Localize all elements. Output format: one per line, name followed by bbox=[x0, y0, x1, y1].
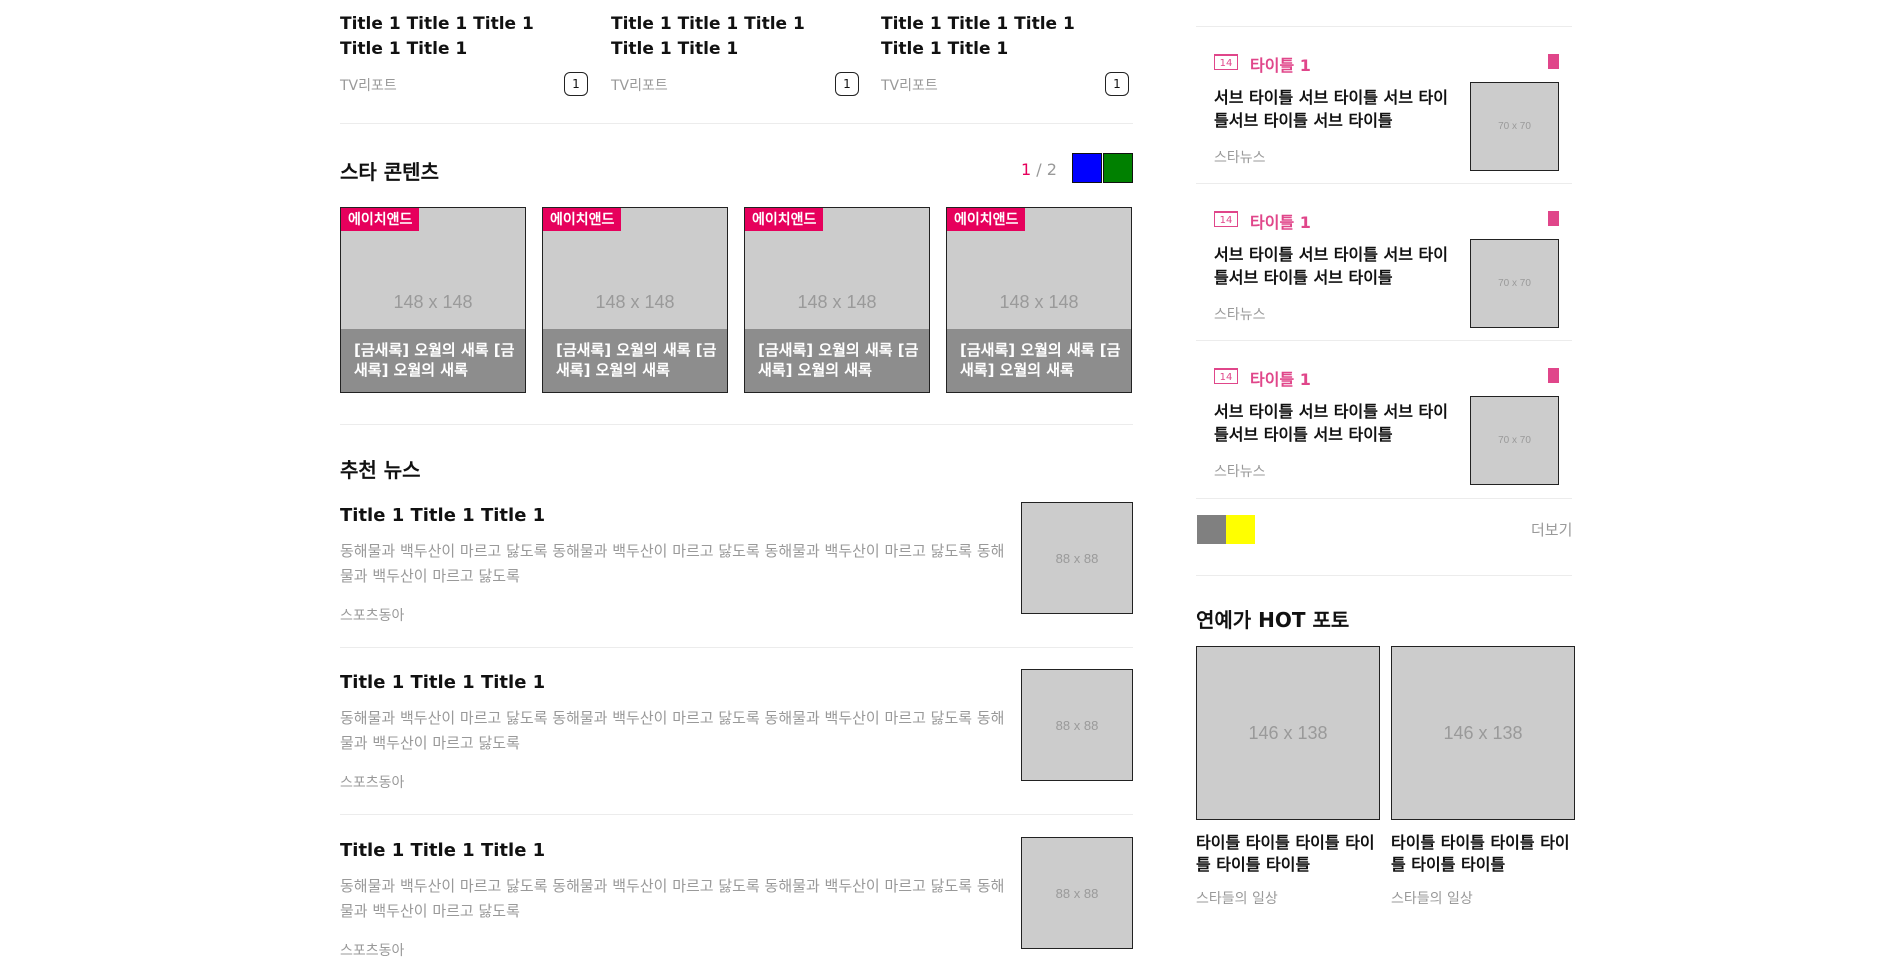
calendar-rank-icon: 14 bbox=[1214, 211, 1238, 227]
star-contents-title: 스타 콘텐츠 bbox=[340, 160, 439, 184]
hot-photo-title[interactable]: 타이틀 타이틀 타이틀 타이틀 타이틀 타이틀 bbox=[1391, 832, 1575, 876]
star-contents-pager: 1 / 2 bbox=[1021, 160, 1057, 179]
side-keyword[interactable]: 타이틀 1 bbox=[1250, 366, 1311, 390]
top-article-source: TV리포트 bbox=[881, 78, 938, 94]
divider bbox=[1196, 340, 1572, 341]
calendar-rank-icon: 14 bbox=[1214, 54, 1238, 70]
pager-current: 1 bbox=[1021, 160, 1032, 179]
agency-badge: 에이치앤드 bbox=[341, 208, 420, 231]
top-article-title[interactable]: Title 1 Title 1 Title 1 Title 1 Title 1 bbox=[881, 12, 1116, 62]
news-thumbnail[interactable]: 88 x 88 bbox=[1021, 502, 1133, 614]
top-article-title[interactable]: Title 1 Title 1 Title 1 Title 1 Title 1 bbox=[340, 12, 575, 62]
agency-badge: 에이치앤드 bbox=[543, 208, 622, 231]
news-source: 스포츠동아 bbox=[340, 608, 405, 624]
more-link[interactable]: 더보기 bbox=[1531, 519, 1572, 540]
star-card[interactable]: 148 x 148 에이치앤드 [금새록] 오월의 새록 [금새록] 오월의 새… bbox=[542, 207, 728, 393]
star-prev-button[interactable] bbox=[1072, 153, 1102, 183]
calendar-rank-icon: 14 bbox=[1214, 368, 1238, 384]
news-description: 동해물과 백두산이 마르고 닳도록 동해물과 백두산이 마르고 닳도록 동해물과… bbox=[340, 709, 1005, 752]
side-source: 스타뉴스 bbox=[1214, 307, 1266, 323]
star-card-caption: [금새록] 오월의 새록 [금새록] 오월의 새록 bbox=[341, 329, 525, 392]
star-next-button[interactable] bbox=[1103, 153, 1133, 183]
side-title[interactable]: 서브 타이틀 서브 타이틀 서브 타이틀서브 타이틀 서브 타이틀 bbox=[1214, 400, 1452, 446]
hot-photos-title: 연예가 HOT 포토 bbox=[1196, 608, 1350, 632]
side-thumbnail[interactable]: 70 x 70 bbox=[1470, 396, 1559, 485]
news-description: 동해물과 백두산이 마르고 닳도록 동해물과 백두산이 마르고 닳도록 동해물과… bbox=[340, 877, 1005, 920]
side-title[interactable]: 서브 타이틀 서브 타이틀 서브 타이틀서브 타이틀 서브 타이틀 bbox=[1214, 243, 1452, 289]
bookmark-icon[interactable] bbox=[1548, 54, 1559, 69]
news-item[interactable]: Title 1 Title 1 Title 1 동해물과 백두산이 마르고 닳도… bbox=[340, 502, 1133, 640]
top-article[interactable]: Title 1 Title 1 Title 1 Title 1 Title 1 … bbox=[340, 12, 592, 102]
image-size-label: 148 x 148 bbox=[595, 292, 675, 312]
top-article-source: TV리포트 bbox=[340, 78, 397, 94]
side-keyword[interactable]: 타이틀 1 bbox=[1250, 52, 1311, 76]
news-item[interactable]: Title 1 Title 1 Title 1 동해물과 백두산이 마르고 닳도… bbox=[340, 669, 1133, 807]
side-title[interactable]: 서브 타이틀 서브 타이틀 서브 타이틀서브 타이틀 서브 타이틀 bbox=[1214, 86, 1452, 132]
divider bbox=[340, 647, 1133, 648]
agency-badge: 에이치앤드 bbox=[947, 208, 1026, 231]
agency-badge: 에이치앤드 bbox=[745, 208, 824, 231]
divider bbox=[340, 814, 1133, 815]
news-description: 동해물과 백두산이 마르고 닳도록 동해물과 백두산이 마르고 닳도록 동해물과… bbox=[340, 542, 1005, 585]
top-article-source: TV리포트 bbox=[611, 78, 668, 94]
image-size-label: 148 x 148 bbox=[797, 292, 877, 312]
divider bbox=[340, 424, 1133, 425]
news-source: 스포츠동아 bbox=[340, 943, 405, 959]
news-source: 스포츠동아 bbox=[340, 775, 405, 791]
star-card[interactable]: 148 x 148 에이치앤드 [금새록] 오월의 새록 [금새록] 오월의 새… bbox=[946, 207, 1132, 393]
star-card[interactable]: 148 x 148 에이치앤드 [금새록] 오월의 새록 [금새록] 오월의 새… bbox=[744, 207, 930, 393]
star-card-caption: [금새록] 오월의 새록 [금새록] 오월의 새록 bbox=[543, 329, 727, 392]
bookmark-icon[interactable] bbox=[1548, 211, 1559, 226]
top-article[interactable]: Title 1 Title 1 Title 1 Title 1 Title 1 … bbox=[881, 12, 1133, 102]
side-list-item[interactable]: 14 타이틀 1 서브 타이틀 서브 타이틀 서브 타이틀서브 타이틀 서브 타… bbox=[1196, 197, 1576, 355]
hot-photo-image[interactable]: 146 x 138 bbox=[1196, 646, 1380, 820]
news-title[interactable]: Title 1 Title 1 Title 1 bbox=[340, 672, 545, 693]
news-thumbnail[interactable]: 88 x 88 bbox=[1021, 837, 1133, 949]
recommended-news-title: 추천 뉴스 bbox=[340, 458, 421, 482]
side-keyword[interactable]: 타이틀 1 bbox=[1250, 209, 1311, 233]
pager-separator: / bbox=[1031, 160, 1047, 179]
hot-photo-image[interactable]: 146 x 138 bbox=[1391, 646, 1575, 820]
side-list-item[interactable]: 14 타이틀 1 서브 타이틀 서브 타이틀 서브 타이틀서브 타이틀 서브 타… bbox=[1196, 354, 1576, 512]
top-article[interactable]: Title 1 Title 1 Title 1 Title 1 Title 1 … bbox=[611, 12, 863, 102]
image-size-label: 148 x 148 bbox=[393, 292, 473, 312]
top-article-title[interactable]: Title 1 Title 1 Title 1 Title 1 Title 1 bbox=[611, 12, 846, 62]
side-thumbnail[interactable]: 70 x 70 bbox=[1470, 82, 1559, 171]
hot-photo-title[interactable]: 타이틀 타이틀 타이틀 타이틀 타이틀 타이틀 bbox=[1196, 832, 1380, 876]
news-title[interactable]: Title 1 Title 1 Title 1 bbox=[340, 505, 545, 526]
news-item[interactable]: Title 1 Title 1 Title 1 동해물과 백두산이 마르고 닳도… bbox=[340, 837, 1133, 975]
pager-total: 2 bbox=[1046, 160, 1057, 179]
star-card[interactable]: 148 x 148 에이치앤드 [금새록] 오월의 새록 [금새록] 오월의 새… bbox=[340, 207, 526, 393]
side-source: 스타뉴스 bbox=[1214, 464, 1266, 480]
star-card-caption: [금새록] 오월의 새록 [금새록] 오월의 새록 bbox=[745, 329, 929, 392]
bookmark-icon[interactable] bbox=[1548, 368, 1559, 383]
divider bbox=[1196, 498, 1572, 499]
side-next-button[interactable] bbox=[1226, 515, 1255, 544]
divider bbox=[1196, 26, 1572, 27]
hot-photo-source: 스타들의 일상 bbox=[1391, 891, 1473, 907]
divider bbox=[340, 123, 1133, 124]
image-size-label: 148 x 148 bbox=[999, 292, 1079, 312]
side-source: 스타뉴스 bbox=[1214, 150, 1266, 166]
side-list-item[interactable]: 14 타이틀 1 서브 타이틀 서브 타이틀 서브 타이틀서브 타이틀 서브 타… bbox=[1196, 40, 1576, 198]
divider bbox=[1196, 183, 1572, 184]
news-thumbnail[interactable]: 88 x 88 bbox=[1021, 669, 1133, 781]
star-card-caption: [금새록] 오월의 새록 [금새록] 오월의 새록 bbox=[947, 329, 1131, 392]
news-title[interactable]: Title 1 Title 1 Title 1 bbox=[340, 840, 545, 861]
comment-count-badge: 1 bbox=[564, 72, 588, 96]
side-thumbnail[interactable]: 70 x 70 bbox=[1470, 239, 1559, 328]
hot-photo-source: 스타들의 일상 bbox=[1196, 891, 1278, 907]
side-prev-button[interactable] bbox=[1197, 515, 1226, 544]
comment-count-badge: 1 bbox=[1105, 72, 1129, 96]
comment-count-badge: 1 bbox=[835, 72, 859, 96]
divider bbox=[1196, 575, 1572, 576]
